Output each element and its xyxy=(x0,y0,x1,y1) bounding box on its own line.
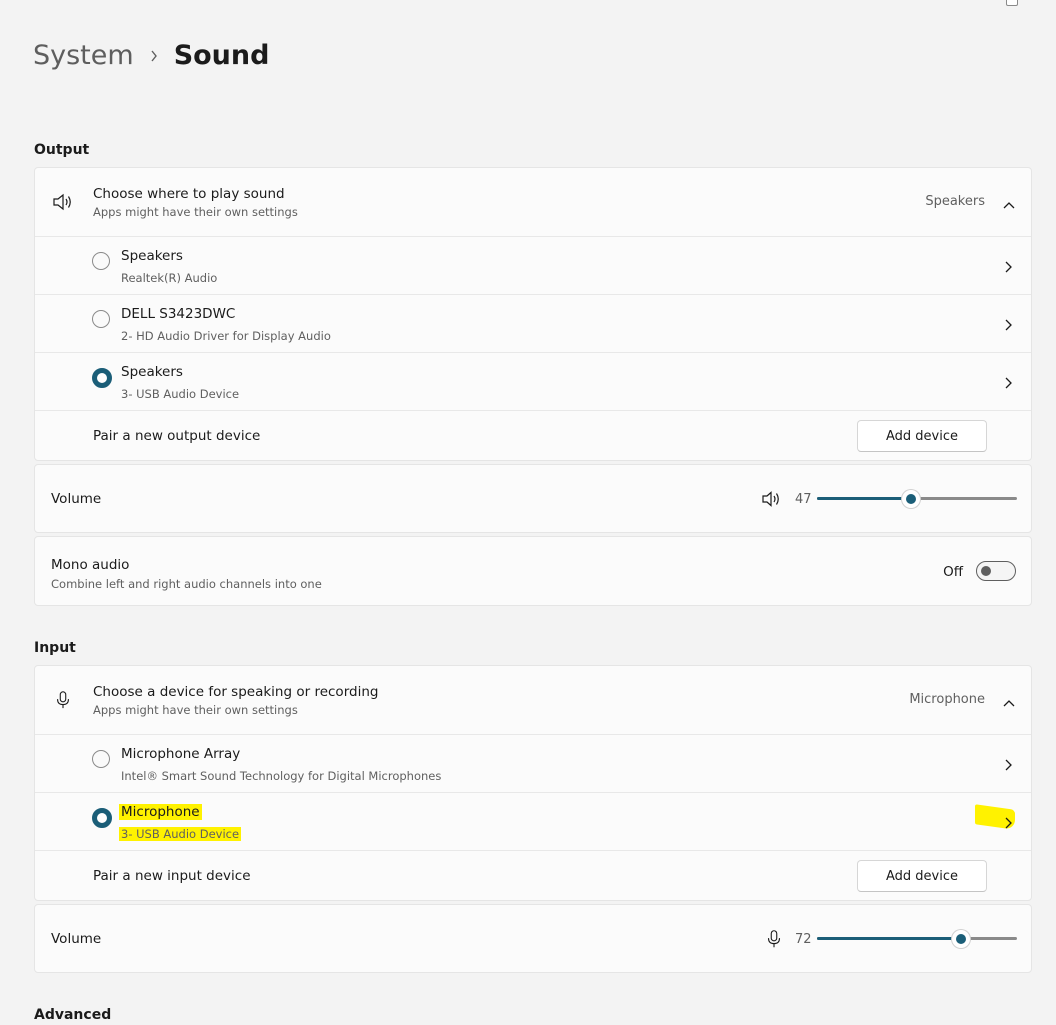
toggle-knob xyxy=(981,566,991,576)
input-device-radio[interactable] xyxy=(92,750,110,768)
pair-output-device-row: Pair a new output device Add device xyxy=(35,410,1031,460)
chevron-right-icon[interactable] xyxy=(1003,375,1013,389)
output-device-name: Speakers xyxy=(121,364,183,380)
chevron-right-icon[interactable] xyxy=(1003,317,1013,331)
output-device-group: Choose where to play sound Apps might ha… xyxy=(34,167,1032,461)
slider-fill xyxy=(817,497,911,500)
mono-audio-title: Mono audio xyxy=(51,557,130,573)
input-volume-card: Volume 72 xyxy=(34,904,1032,973)
chevron-right-icon[interactable] xyxy=(1003,815,1013,829)
input-header-title: Choose a device for speaking or recordin… xyxy=(93,684,379,700)
output-volume-slider[interactable] xyxy=(817,488,1017,508)
add-output-device-button[interactable]: Add device xyxy=(857,420,987,452)
input-volume-slider[interactable] xyxy=(817,928,1017,948)
output-volume-label: Volume xyxy=(51,491,102,507)
output-device-header[interactable]: Choose where to play sound Apps might ha… xyxy=(35,168,1031,236)
input-device-radio-selected[interactable] xyxy=(92,808,112,828)
breadcrumb: System Sound xyxy=(33,40,269,71)
output-device-name: DELL S3423DWC xyxy=(121,306,236,322)
output-selected-value: Speakers xyxy=(925,194,985,209)
output-volume-value: 47 xyxy=(795,492,812,507)
input-header-subtitle: Apps might have their own settings xyxy=(93,703,298,717)
pair-output-label: Pair a new output device xyxy=(93,428,261,444)
output-device-item[interactable]: Speakers Realtek(R) Audio xyxy=(35,236,1031,294)
speaker-icon[interactable] xyxy=(761,489,783,509)
input-device-group: Choose a device for speaking or recordin… xyxy=(34,665,1032,901)
input-device-item-selected[interactable]: Microphone 3- USB Audio Device xyxy=(35,792,1031,850)
microphone-icon xyxy=(51,690,75,710)
breadcrumb-chevron-icon xyxy=(150,50,158,62)
pair-input-device-row: Pair a new input device Add device xyxy=(35,850,1031,900)
output-device-detail: 2- HD Audio Driver for Display Audio xyxy=(121,329,331,343)
mono-audio-subtitle: Combine left and right audio channels in… xyxy=(51,577,322,591)
output-device-detail: Realtek(R) Audio xyxy=(121,271,218,285)
chevron-right-icon[interactable] xyxy=(1003,757,1013,771)
mono-audio-state: Off xyxy=(943,564,963,580)
mono-audio-toggle[interactable] xyxy=(976,561,1016,581)
output-device-detail: 3- USB Audio Device xyxy=(121,387,240,401)
window-maximize-icon[interactable] xyxy=(1006,0,1018,6)
output-device-radio[interactable] xyxy=(92,252,110,270)
input-volume-value: 72 xyxy=(795,932,812,947)
input-device-header[interactable]: Choose a device for speaking or recordin… xyxy=(35,666,1031,734)
input-device-detail: Intel® Smart Sound Technology for Digita… xyxy=(121,769,442,783)
output-header-subtitle: Apps might have their own settings xyxy=(93,205,298,219)
output-device-name: Speakers xyxy=(121,248,183,264)
input-selected-value: Microphone xyxy=(909,692,985,707)
microphone-icon[interactable] xyxy=(763,928,785,948)
output-device-radio[interactable] xyxy=(92,310,110,328)
pair-input-label: Pair a new input device xyxy=(93,868,251,884)
input-section-label: Input xyxy=(34,640,76,656)
slider-thumb[interactable] xyxy=(952,930,970,948)
mono-audio-card: Mono audio Combine left and right audio … xyxy=(34,536,1032,606)
output-volume-card: Volume 47 xyxy=(34,464,1032,533)
output-section-label: Output xyxy=(34,142,90,158)
output-device-item[interactable]: DELL S3423DWC 2- HD Audio Driver for Dis… xyxy=(35,294,1031,352)
output-device-item-selected[interactable]: Speakers 3- USB Audio Device xyxy=(35,352,1031,410)
slider-fill xyxy=(817,937,961,940)
output-header-title: Choose where to play sound xyxy=(93,186,285,202)
input-device-name: Microphone xyxy=(119,804,202,820)
slider-thumb[interactable] xyxy=(902,490,920,508)
input-device-name: Microphone Array xyxy=(121,746,241,762)
input-volume-label: Volume xyxy=(51,931,102,947)
input-device-detail: 3- USB Audio Device xyxy=(119,827,242,841)
chevron-up-icon[interactable] xyxy=(1003,196,1015,209)
add-input-device-button[interactable]: Add device xyxy=(857,860,987,892)
page-title: Sound xyxy=(173,40,270,71)
speaker-icon xyxy=(51,192,75,212)
breadcrumb-system-link[interactable]: System xyxy=(33,40,134,71)
chevron-right-icon[interactable] xyxy=(1003,259,1013,273)
output-device-radio-selected[interactable] xyxy=(92,368,112,388)
advanced-section-label: Advanced xyxy=(34,1007,112,1023)
input-device-item[interactable]: Microphone Array Intel® Smart Sound Tech… xyxy=(35,734,1031,792)
chevron-up-icon[interactable] xyxy=(1003,694,1015,707)
